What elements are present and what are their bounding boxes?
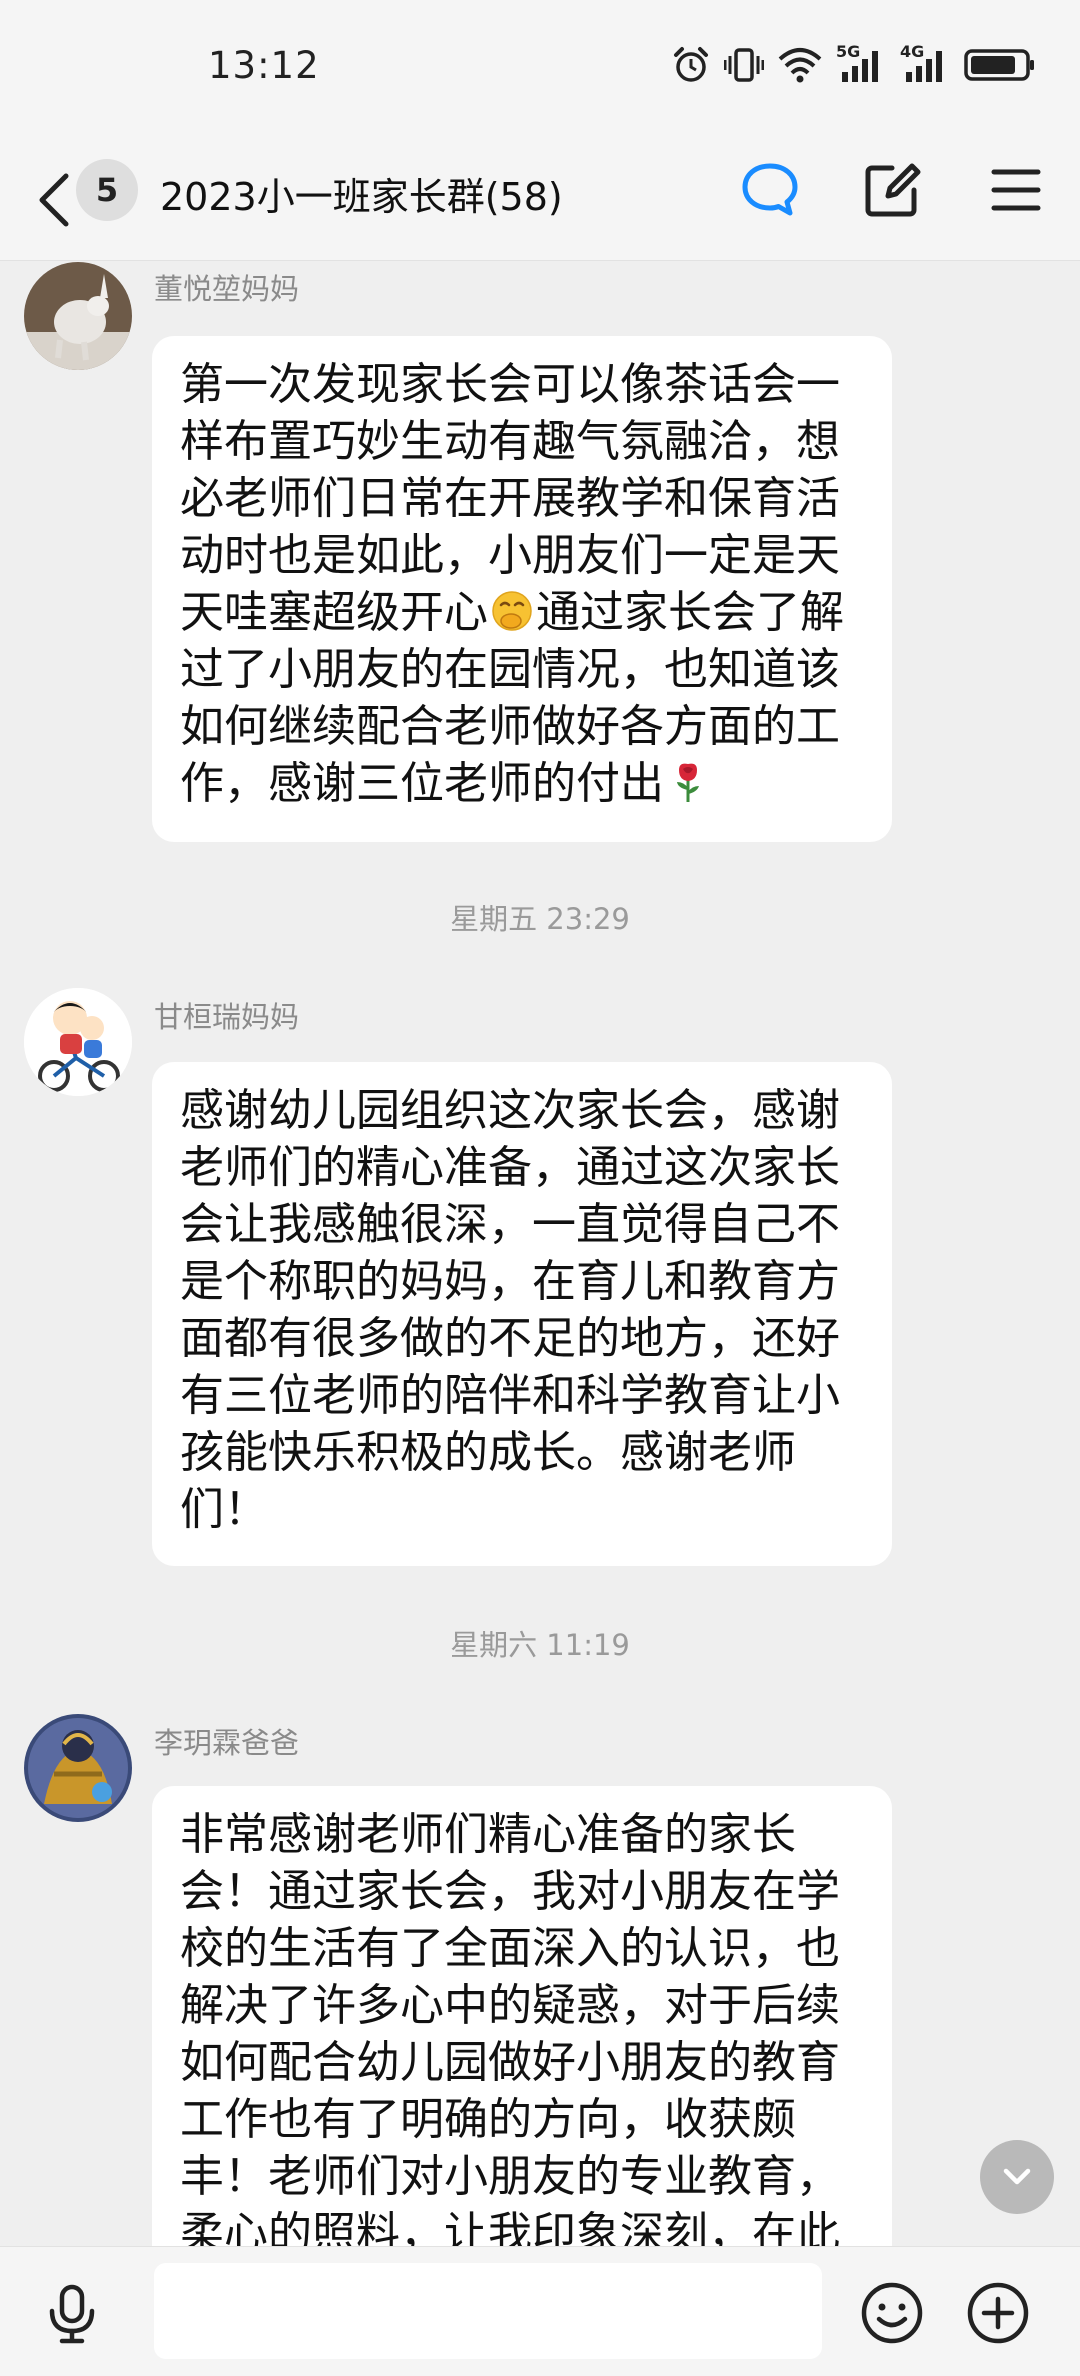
message-bubble[interactable]: 非常感谢老师们精心准备的家长会！通过家长会，我对小朋友在学校的生活有了全面深入的… bbox=[152, 1786, 892, 2256]
edit-note-icon[interactable] bbox=[862, 160, 922, 220]
sender-name: 李玥霖爸爸 bbox=[154, 1726, 300, 1760]
message-bubble[interactable]: 第一次发现家长会可以像茶话会一样布置巧妙生动有趣气氛融洽，想必老师们日常在开展教… bbox=[152, 336, 892, 842]
message-text: 感谢幼儿园组织这次家长会，感谢老师们的精心准备，通过这次家长会让我感触很深，一直… bbox=[180, 1085, 840, 1535]
chat-bubble-icon[interactable] bbox=[740, 160, 800, 220]
chevron-down-icon bbox=[1003, 2168, 1031, 2185]
alarm-icon bbox=[674, 47, 708, 82]
chat-screen: 13:12 5G 4G 5 2023小一班家长群(58) 董悦堃妈妈 第一次发现… bbox=[0, 0, 1080, 2376]
rose-icon bbox=[677, 763, 699, 802]
microphone-icon[interactable] bbox=[40, 2281, 104, 2345]
message-bubble[interactable]: 感谢幼儿园组织这次家长会，感谢老师们的精心准备，通过这次家长会让我感触很深，一直… bbox=[152, 1062, 892, 1566]
back-arrow-icon[interactable] bbox=[28, 170, 78, 230]
status-time: 13:12 bbox=[208, 44, 320, 87]
battery-icon bbox=[964, 49, 1034, 81]
chat-title: 2023小一班家长群(58) bbox=[160, 175, 563, 219]
input-bar bbox=[0, 2246, 1080, 2376]
timestamp: 星期五 23:29 bbox=[450, 902, 630, 936]
avatar-dong[interactable] bbox=[24, 262, 132, 370]
status-bar: 13:12 5G 4G bbox=[0, 0, 1080, 140]
emoji-icon[interactable] bbox=[860, 2281, 924, 2345]
avatar-gan[interactable] bbox=[24, 988, 132, 1096]
wifi-icon bbox=[778, 48, 822, 83]
scroll-to-bottom-button[interactable] bbox=[980, 2140, 1054, 2214]
face-with-hand-over-mouth-icon bbox=[492, 591, 532, 631]
vibrate-icon bbox=[724, 48, 764, 82]
unread-count-badge[interactable]: 5 bbox=[76, 159, 138, 221]
avatar-li[interactable] bbox=[24, 1714, 132, 1822]
add-more-icon[interactable] bbox=[966, 2281, 1030, 2345]
message-input[interactable] bbox=[154, 2263, 822, 2359]
timestamp: 星期六 11:19 bbox=[450, 1628, 630, 1662]
sender-name: 董悦堃妈妈 bbox=[154, 272, 300, 306]
status-icons: 5G 4G bbox=[672, 42, 1036, 84]
signal-5g-icon: 5G bbox=[836, 42, 886, 84]
menu-icon[interactable] bbox=[986, 160, 1046, 220]
message-text: 非常感谢老师们精心准备的家长会！通过家长会，我对小朋友在学校的生活有了全面深入的… bbox=[180, 1809, 840, 2256]
sender-name: 甘桓瑞妈妈 bbox=[154, 1000, 300, 1034]
signal-4g-icon: 4G bbox=[900, 42, 950, 84]
